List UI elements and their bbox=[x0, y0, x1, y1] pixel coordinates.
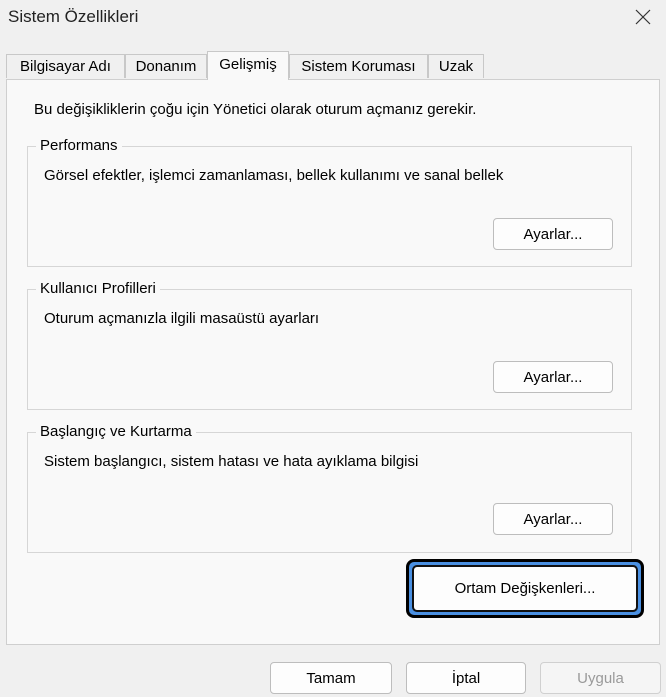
tab-system-protection[interactable]: Sistem Koruması bbox=[289, 54, 428, 78]
close-button[interactable] bbox=[620, 0, 666, 34]
user-profiles-group: Kullanıcı Profilleri Oturum açmanızla il… bbox=[27, 279, 632, 410]
performance-group-title: Performans bbox=[36, 136, 122, 156]
performance-group: Performans Görsel efektler, işlemci zama… bbox=[27, 136, 632, 267]
user-profiles-group-title: Kullanıcı Profilleri bbox=[36, 279, 160, 299]
startup-recovery-group-title: Başlangıç ve Kurtarma bbox=[36, 422, 196, 442]
startup-recovery-settings-button[interactable]: Ayarlar... bbox=[493, 503, 613, 535]
user-profiles-description: Oturum açmanızla ilgili masaüstü ayarlar… bbox=[44, 310, 320, 327]
startup-recovery-description: Sistem başlangıcı, sistem hatası ve hata… bbox=[44, 453, 419, 470]
ok-button[interactable]: Tamam bbox=[270, 662, 392, 694]
cancel-button[interactable]: İptal bbox=[406, 662, 526, 694]
apply-button[interactable]: Uygula bbox=[540, 662, 661, 694]
environment-variables-focus-ring: Ortam Değişkenleri... bbox=[406, 559, 644, 618]
environment-variables-button[interactable]: Ortam Değişkenleri... bbox=[412, 565, 638, 612]
close-icon bbox=[635, 9, 651, 25]
tab-remote[interactable]: Uzak bbox=[428, 54, 484, 78]
admin-notice: Bu değişikliklerin çoğu için Yönetici ol… bbox=[34, 101, 477, 118]
tab-computer-name[interactable]: Bilgisayar Adı bbox=[6, 54, 125, 78]
startup-recovery-group: Başlangıç ve Kurtarma Sistem başlangıcı,… bbox=[27, 422, 632, 553]
performance-settings-button[interactable]: Ayarlar... bbox=[493, 218, 613, 250]
user-profiles-settings-button[interactable]: Ayarlar... bbox=[493, 361, 613, 393]
tab-advanced[interactable]: Gelişmiş bbox=[207, 51, 289, 80]
performance-description: Görsel efektler, işlemci zamanlaması, be… bbox=[44, 167, 504, 184]
tab-hardware[interactable]: Donanım bbox=[125, 54, 207, 78]
title-bar: Sistem Özellikleri bbox=[0, 0, 666, 40]
window-title: Sistem Özellikleri bbox=[8, 7, 139, 26]
